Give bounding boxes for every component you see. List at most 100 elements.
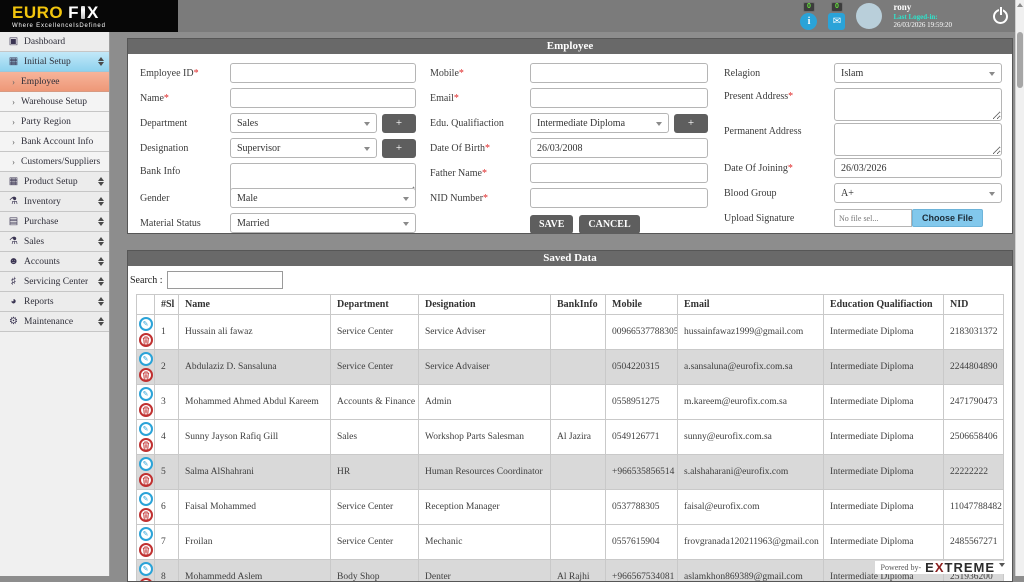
required-asterisk: * <box>459 68 464 79</box>
nid-number-field[interactable] <box>530 188 708 208</box>
delete-icon[interactable] <box>139 473 153 487</box>
power-icon[interactable] <box>993 9 1008 24</box>
blood-group-select[interactable]: A+ <box>834 183 1002 203</box>
employee-panel-title: Employee <box>128 39 1012 54</box>
cell-name: Salma AlShahrani <box>179 455 331 490</box>
bank-icon: ▦ <box>7 56 20 67</box>
cell-name: Mohammed Ahmed Abdul Kareem <box>179 385 331 420</box>
delete-icon[interactable] <box>139 438 153 452</box>
delete-icon[interactable] <box>139 333 153 347</box>
date-of-birth-field[interactable] <box>530 138 708 158</box>
page-scrollbar[interactable] <box>1015 0 1024 576</box>
avatar[interactable] <box>856 3 882 29</box>
edu-qualification-select[interactable]: Intermediate Diploma <box>530 113 669 133</box>
add-qualification-button[interactable]: + <box>674 114 708 133</box>
sidebar-item-warehouse-setup[interactable]: ›Warehouse Setup <box>0 92 109 112</box>
scrollbar-thumb[interactable] <box>1017 32 1023 88</box>
briefcase-icon: ▤ <box>7 216 20 227</box>
delete-icon[interactable] <box>139 403 153 417</box>
edit-icon[interactable]: ✎ <box>139 422 153 436</box>
delete-icon[interactable] <box>139 578 153 582</box>
sidebar-item-reports[interactable]: ◕Reports <box>0 292 109 312</box>
cell-designation: Reception Manager <box>419 490 551 525</box>
sidebar-item-servicing-center[interactable]: ♯Servicing Center <box>0 272 109 292</box>
cell-sl: 5 <box>155 455 179 490</box>
sidebar-item-bank-account-info[interactable]: ›Bank Account Info <box>0 132 109 152</box>
edit-icon[interactable]: ✎ <box>139 352 153 366</box>
cell-designation: Denter <box>419 560 551 582</box>
delete-icon[interactable] <box>139 508 153 522</box>
cell-department: Sales <box>331 420 419 455</box>
employee-id-field[interactable] <box>230 63 416 83</box>
mail-icon[interactable]: ✉ <box>828 13 845 30</box>
table-row: ✎6Faisal MohammedService CenterReception… <box>137 490 1004 525</box>
cell-mobile: 0557615904 <box>606 525 678 560</box>
email-field[interactable] <box>530 88 708 108</box>
present-address-field[interactable] <box>834 88 1002 121</box>
name-field[interactable] <box>230 88 416 108</box>
column-header: #Sl <box>155 295 179 315</box>
gender-select[interactable]: Male <box>230 188 416 208</box>
edit-icon[interactable]: ✎ <box>139 562 153 576</box>
cell-nid: 2485567271 <box>944 525 1004 560</box>
cell-education: Intermediate Diploma <box>824 455 944 490</box>
expand-collapse-icon <box>98 217 104 226</box>
edit-icon[interactable]: ✎ <box>139 457 153 471</box>
mobile-field[interactable] <box>530 63 708 83</box>
cell-nid: 2244804890 <box>944 350 1004 385</box>
sidebar-item-initial-setup[interactable]: ▦Initial Setup <box>0 52 109 72</box>
delete-icon[interactable] <box>139 543 153 557</box>
sidebar-item-maintenance[interactable]: ⚙Maintenance <box>0 312 109 332</box>
cell-department: Service Center <box>331 525 419 560</box>
sidebar-item-label: Warehouse Setup <box>21 97 87 107</box>
save-button[interactable]: SAVE <box>530 215 573 234</box>
search-input[interactable] <box>167 271 283 289</box>
designation-select[interactable]: Supervisor <box>230 138 377 158</box>
cell-email: faisal@eurofix.com <box>678 490 824 525</box>
edit-icon[interactable]: ✎ <box>139 527 153 541</box>
saved-data-title: Saved Data <box>128 251 1012 266</box>
sidebar-item-product-setup[interactable]: ▦Product Setup <box>0 172 109 192</box>
father-name-field[interactable] <box>530 163 708 183</box>
table-row: ✎1Hussain ali fawazService CenterService… <box>137 315 1004 350</box>
sidebar-item-label: Inventory <box>24 197 61 207</box>
religion-select[interactable]: Islam <box>834 63 1002 83</box>
scroll-up-icon[interactable] <box>1017 3 1023 7</box>
cell-email: frovgranada120211963@gmail.con <box>678 525 824 560</box>
marital-status-select[interactable]: Married <box>230 213 416 233</box>
edit-icon[interactable]: ✎ <box>139 387 153 401</box>
edit-icon[interactable]: ✎ <box>139 317 153 331</box>
choose-file-button[interactable]: Choose File <box>912 209 983 227</box>
sidebar-item-accounts[interactable]: ☻Accounts <box>0 252 109 272</box>
delete-icon[interactable] <box>139 368 153 382</box>
add-department-button[interactable]: + <box>382 114 416 133</box>
cell-designation: Admin <box>419 385 551 420</box>
department-select[interactable]: Sales <box>230 113 377 133</box>
logo-text-f: F <box>68 4 79 21</box>
cancel-button[interactable]: CANCEL <box>579 215 639 234</box>
cell-designation: Service Advaiser <box>419 350 551 385</box>
column-header: Name <box>179 295 331 315</box>
required-asterisk: * <box>485 143 490 154</box>
last-login-time: 26/03/2026 19:59:20 <box>893 21 952 29</box>
permanent-address-field[interactable] <box>834 123 1002 156</box>
sidebar-item-dashboard[interactable]: ▣Dashboard <box>0 32 109 52</box>
table-row: ✎8Mohammedd AslemBody ShopDenterAl Rajhi… <box>137 560 1004 582</box>
sidebar: ▣Dashboard▦Initial Setup›Employee›Wareho… <box>0 32 110 576</box>
top-bar: EURO F X Where ExcellenceIsDefined 0 i 0… <box>0 0 1024 32</box>
required-asterisk: * <box>483 193 488 204</box>
sidebar-item-inventory[interactable]: ⚗Inventory <box>0 192 109 212</box>
edit-icon[interactable]: ✎ <box>139 492 153 506</box>
sidebar-item-label: Maintenance <box>24 317 73 327</box>
expand-collapse-icon <box>98 237 104 246</box>
sidebar-item-employee[interactable]: ›Employee <box>0 72 109 92</box>
notification-icon[interactable]: i <box>800 13 817 30</box>
expand-collapse-icon <box>98 257 104 266</box>
sidebar-item-party-region[interactable]: ›Party Region <box>0 112 109 132</box>
add-designation-button[interactable]: + <box>382 139 416 158</box>
sidebar-item-customers-suppliers[interactable]: ›Customers/Suppliers <box>0 152 109 172</box>
cell-mobile: 0537788305 <box>606 490 678 525</box>
sidebar-item-sales[interactable]: ⚗Sales <box>0 232 109 252</box>
sidebar-item-purchase[interactable]: ▤Purchase <box>0 212 109 232</box>
date-of-joining-field[interactable] <box>834 158 1002 178</box>
